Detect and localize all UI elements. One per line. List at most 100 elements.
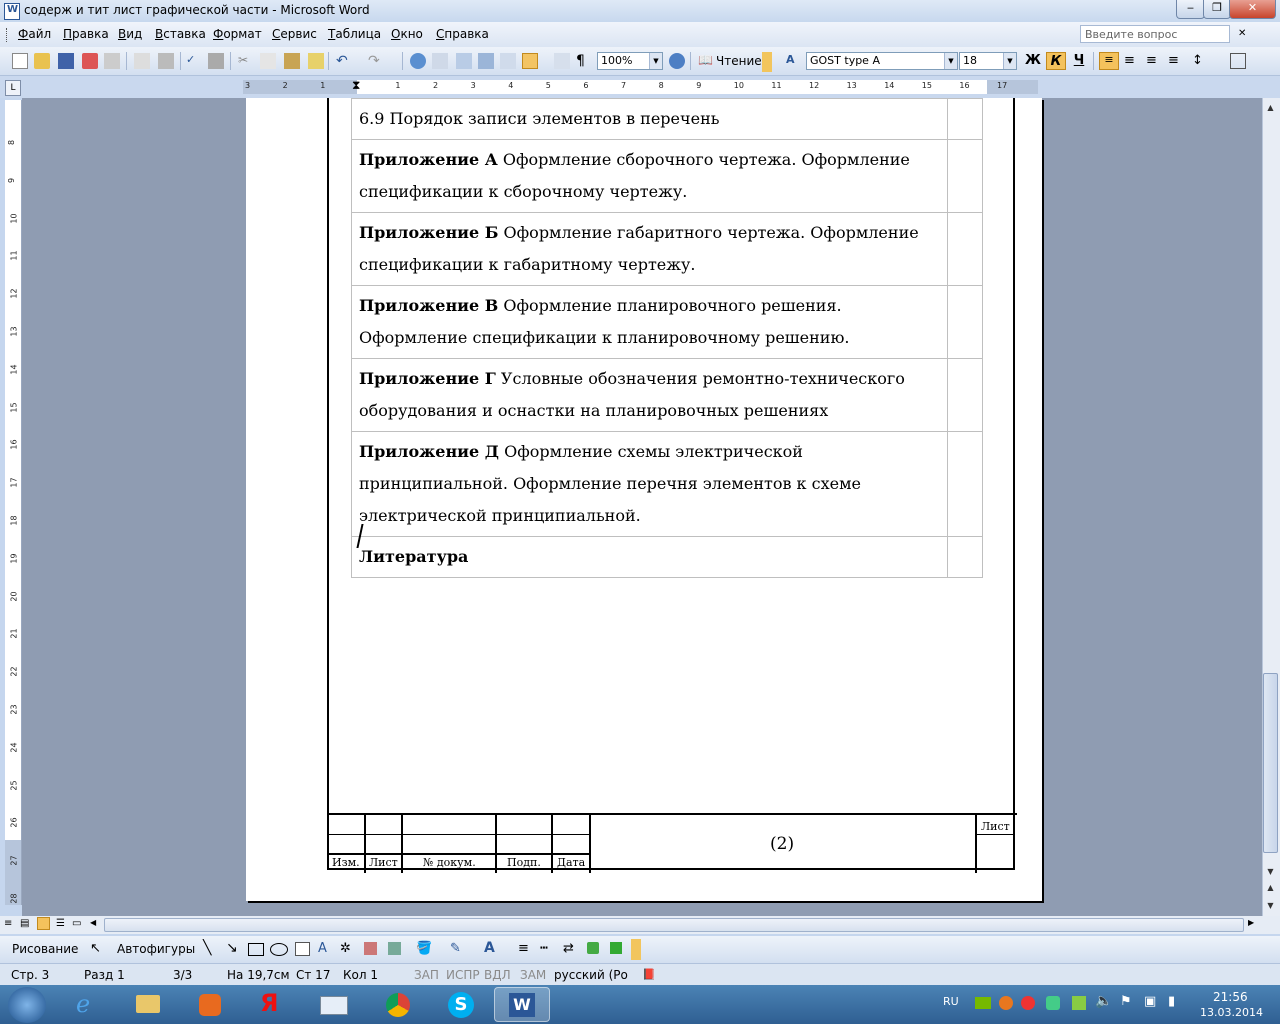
line-color-icon[interactable]: ✎ <box>450 941 461 956</box>
toc-page-cell[interactable] <box>947 358 983 432</box>
3d-style-icon[interactable] <box>610 942 622 954</box>
textbox-icon[interactable] <box>295 942 310 956</box>
help-search-input[interactable]: Введите вопрос <box>1080 25 1230 43</box>
toc-page-cell[interactable] <box>947 139 983 213</box>
nvidia-tray-icon[interactable] <box>975 997 991 1009</box>
action-center-icon[interactable]: ⚑ <box>1120 994 1132 1009</box>
permission-icon[interactable] <box>82 53 98 69</box>
research-icon[interactable] <box>158 53 174 69</box>
font-color-icon[interactable]: A <box>484 940 495 956</box>
toc-entry[interactable]: Приложение В Оформление планировочного р… <box>351 285 948 359</box>
toc-entry[interactable]: Приложение А Оформление сборочного черте… <box>351 139 948 213</box>
scroll-up-icon[interactable]: ▲ <box>1263 100 1278 116</box>
explorer-taskbar-icon[interactable] <box>120 987 176 1022</box>
status-section[interactable]: Разд 1 <box>84 968 125 982</box>
rectangle-icon[interactable] <box>248 943 264 956</box>
zoom-combo[interactable]: 100% ▼ <box>597 52 663 70</box>
italic-button[interactable]: К <box>1046 52 1066 70</box>
toc-entry[interactable]: Приложение Д Оформление схемы электричес… <box>351 431 948 537</box>
ie-taskbar-icon[interactable]: ℯ <box>62 987 118 1022</box>
fill-color-icon[interactable]: 🪣 <box>416 941 432 956</box>
drawing-menu[interactable]: Рисование <box>12 942 78 956</box>
word-app-icon[interactable] <box>4 3 20 20</box>
align-center-icon[interactable]: ≡ <box>1124 53 1140 69</box>
toc-row[interactable]: Приложение Г Условные обозначения ремонт… <box>351 358 983 432</box>
menu-insert[interactable]: Вставка <box>155 27 206 41</box>
reading-view-icon[interactable]: ▭ <box>72 918 81 929</box>
menu-table[interactable]: Таблица <box>328 27 381 41</box>
status-ext[interactable]: ВДЛ <box>484 968 511 982</box>
line-icon[interactable]: ╲ <box>203 940 211 956</box>
redo-icon[interactable]: ↷ <box>368 53 384 69</box>
toc-page-cell[interactable] <box>947 98 983 140</box>
font-size-combo[interactable]: 18 ▼ <box>959 52 1017 70</box>
document-map-icon[interactable] <box>554 53 570 69</box>
clock-date[interactable]: 13.03.2014 <box>1200 1006 1263 1019</box>
tables-borders-icon[interactable] <box>432 53 448 69</box>
menu-format[interactable]: Формат <box>213 27 262 41</box>
toc-row[interactable]: Приложение А Оформление сборочного черте… <box>351 139 983 213</box>
spelling-status-icon[interactable]: 📕 <box>642 968 656 981</box>
toolbar-options-icon[interactable] <box>762 52 772 72</box>
mail-taskbar-icon[interactable] <box>306 987 362 1022</box>
toc-page-cell[interactable] <box>947 285 983 359</box>
save-icon[interactable] <box>58 53 74 69</box>
toc-row[interactable]: Литература <box>351 536 983 578</box>
paste-icon[interactable] <box>284 53 300 69</box>
web-view-icon[interactable]: ▤ <box>20 918 29 929</box>
indent-marker-icon[interactable]: ⧗ <box>352 79 360 91</box>
status-trk[interactable]: ИСПР <box>446 968 480 982</box>
minimize-button[interactable]: ‒ <box>1176 0 1205 19</box>
scroll-down-icon[interactable]: ▼ <box>1263 864 1278 880</box>
read-icon[interactable]: 📖 <box>698 53 714 69</box>
opera-tray-icon[interactable] <box>1021 996 1035 1010</box>
toc-row[interactable]: Приложение Д Оформление схемы электричес… <box>351 431 983 537</box>
clock-time[interactable]: 21:56 <box>1213 990 1248 1004</box>
justify-icon[interactable]: ≡ <box>1168 53 1184 69</box>
scroll-left-icon[interactable]: ◀ <box>90 918 96 927</box>
status-page[interactable]: Стр. 3 <box>11 968 49 982</box>
menu-edit[interactable]: Правка <box>63 27 109 41</box>
scroll-right-icon[interactable]: ▶ <box>1248 918 1254 927</box>
yandex-taskbar-icon[interactable]: Я <box>246 987 302 1022</box>
new-document-icon[interactable] <box>12 53 28 69</box>
antivirus-tray-icon[interactable] <box>1072 996 1086 1010</box>
picture-icon[interactable] <box>388 942 401 955</box>
menu-view[interactable]: Вид <box>118 27 142 41</box>
format-painter-icon[interactable] <box>308 53 324 69</box>
contents-table[interactable]: 6.9 Порядок записи элементов в перечень П… <box>351 98 983 578</box>
read-button[interactable]: Чтение <box>716 54 762 68</box>
toc-page-cell[interactable] <box>947 536 983 578</box>
tray-icon[interactable] <box>999 996 1013 1010</box>
toolbar-options-icon[interactable] <box>631 939 641 960</box>
bold-button[interactable]: Ж <box>1023 52 1043 70</box>
network-icon[interactable]: ▣ <box>1144 994 1156 1009</box>
status-at[interactable]: На 19,7см <box>227 968 290 982</box>
wordart-icon[interactable]: A <box>318 941 327 956</box>
hyperlink-icon[interactable] <box>410 53 426 69</box>
word-taskbar-icon[interactable]: W <box>494 987 550 1022</box>
insert-table-icon[interactable] <box>456 53 472 69</box>
menu-window[interactable]: Окно <box>391 27 423 41</box>
clipart-icon[interactable] <box>364 942 377 955</box>
style-combo[interactable]: GOST type A ▼ <box>806 52 958 70</box>
status-ovr[interactable]: ЗАМ <box>520 968 546 982</box>
show-hide-icon[interactable]: ¶ <box>576 53 592 69</box>
menu-file[interactable]: Файл <box>18 27 51 41</box>
borders-icon[interactable] <box>1230 53 1246 69</box>
research-book-icon[interactable] <box>208 53 224 69</box>
scroll-thumb[interactable] <box>1263 673 1278 853</box>
cut-icon[interactable]: ✂ <box>238 53 254 69</box>
horizontal-scroll-thumb[interactable] <box>104 918 1244 932</box>
maximize-button[interactable]: ❐ <box>1203 0 1231 19</box>
spelling-icon[interactable]: ✓ <box>186 53 202 69</box>
status-language[interactable]: русский (Ро <box>554 968 628 982</box>
status-pages[interactable]: 3/3 <box>173 968 192 982</box>
shadow-style-icon[interactable] <box>587 942 599 954</box>
align-left-icon[interactable]: ≡ <box>1099 52 1119 70</box>
prev-page-icon[interactable]: ▲ <box>1263 880 1278 896</box>
arrow-icon[interactable]: ↘ <box>226 940 238 956</box>
toc-row[interactable]: Приложение В Оформление планировочного р… <box>351 285 983 359</box>
toc-entry[interactable]: Литература <box>351 536 948 578</box>
dash-style-icon[interactable]: ┅ <box>540 941 548 956</box>
